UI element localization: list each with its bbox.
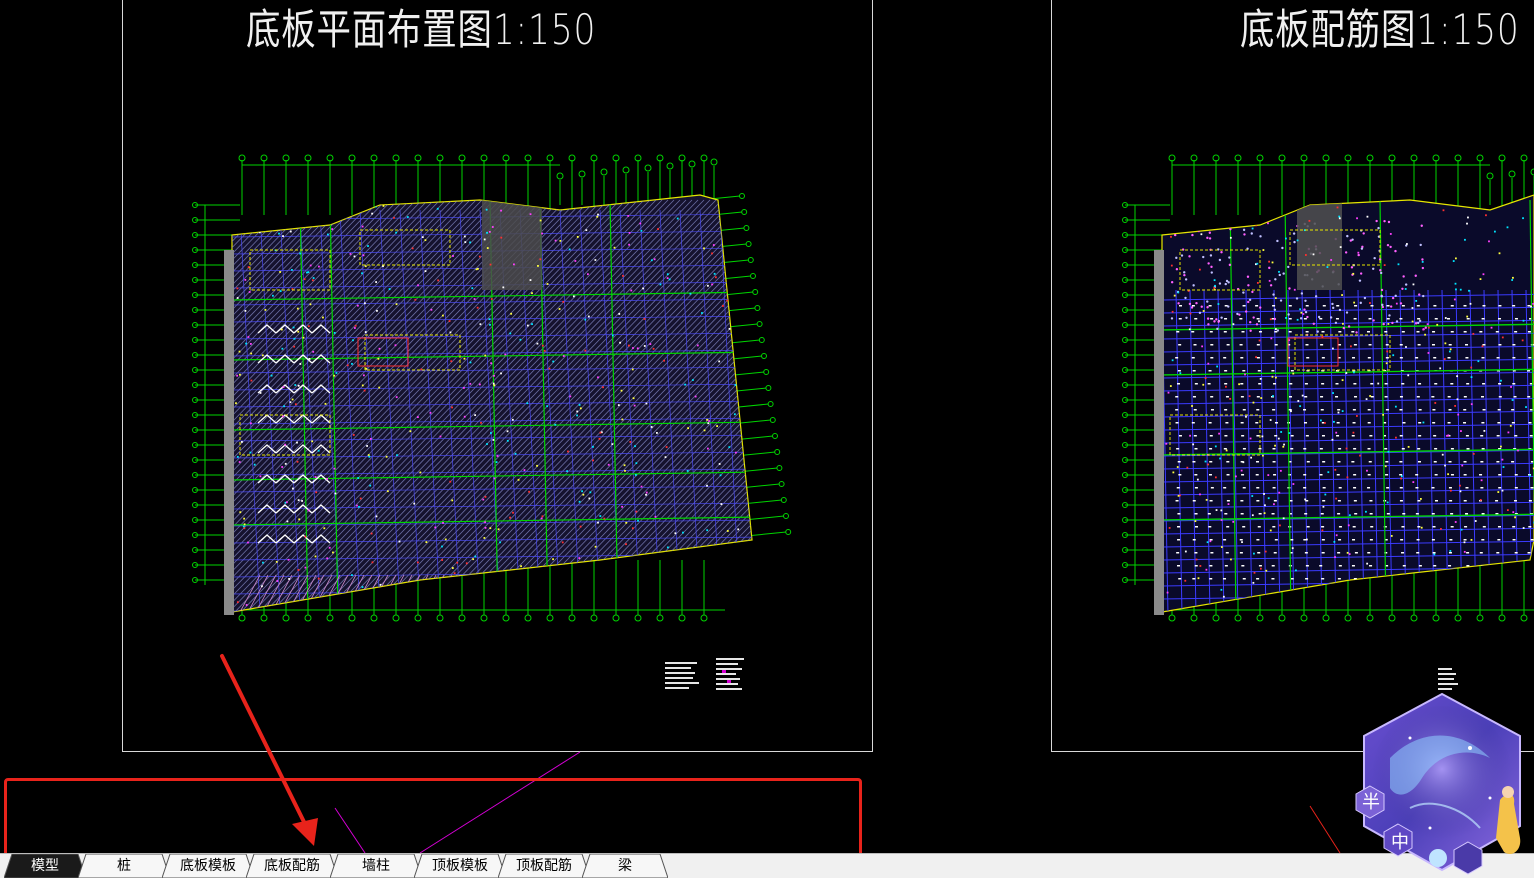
tab-base-slab-formwork[interactable]: 底板模板	[162, 854, 254, 878]
tab-top-slab-reinforcement[interactable]: 顶板配筋	[498, 854, 590, 878]
tab-label: 桩	[117, 858, 131, 874]
tab-label: 顶板配筋	[516, 858, 572, 874]
hexagon-badge-icon	[1355, 692, 1521, 875]
badge-glyph-1: 半	[1362, 792, 1380, 813]
tab-label: 顶板模板	[432, 858, 488, 874]
tab-label: 梁	[618, 858, 632, 874]
tab-model[interactable]: 模型	[4, 854, 86, 878]
badge-glyph-2: 中	[1391, 832, 1409, 853]
red-arrow-icon	[220, 654, 318, 846]
tab-label: 墙柱	[362, 858, 390, 874]
layout-tab-bar: 模型 桩 底板模板 底板配筋 墙柱 顶板模板 顶板配筋 梁	[0, 853, 1534, 878]
cad-model-space[interactable]: 底板平面布置图1:150 底板配筋图1:150 模型 桩 底板模板 底板配筋 墙…	[0, 0, 1534, 878]
tab-top-slab-formwork[interactable]: 顶板模板	[414, 854, 506, 878]
tab-label: 模型	[31, 858, 59, 874]
tab-base-slab-reinforcement[interactable]: 底板配筋	[246, 854, 338, 878]
tab-wall-column[interactable]: 墙柱	[330, 854, 422, 878]
tab-label: 底板配筋	[264, 858, 320, 874]
annotation-layer	[220, 654, 1341, 854]
tab-pile[interactable]: 桩	[78, 854, 170, 878]
tab-beam[interactable]: 梁	[582, 854, 668, 878]
decorative-badge: 半 中	[1350, 688, 1534, 878]
tab-label: 底板模板	[180, 858, 236, 874]
